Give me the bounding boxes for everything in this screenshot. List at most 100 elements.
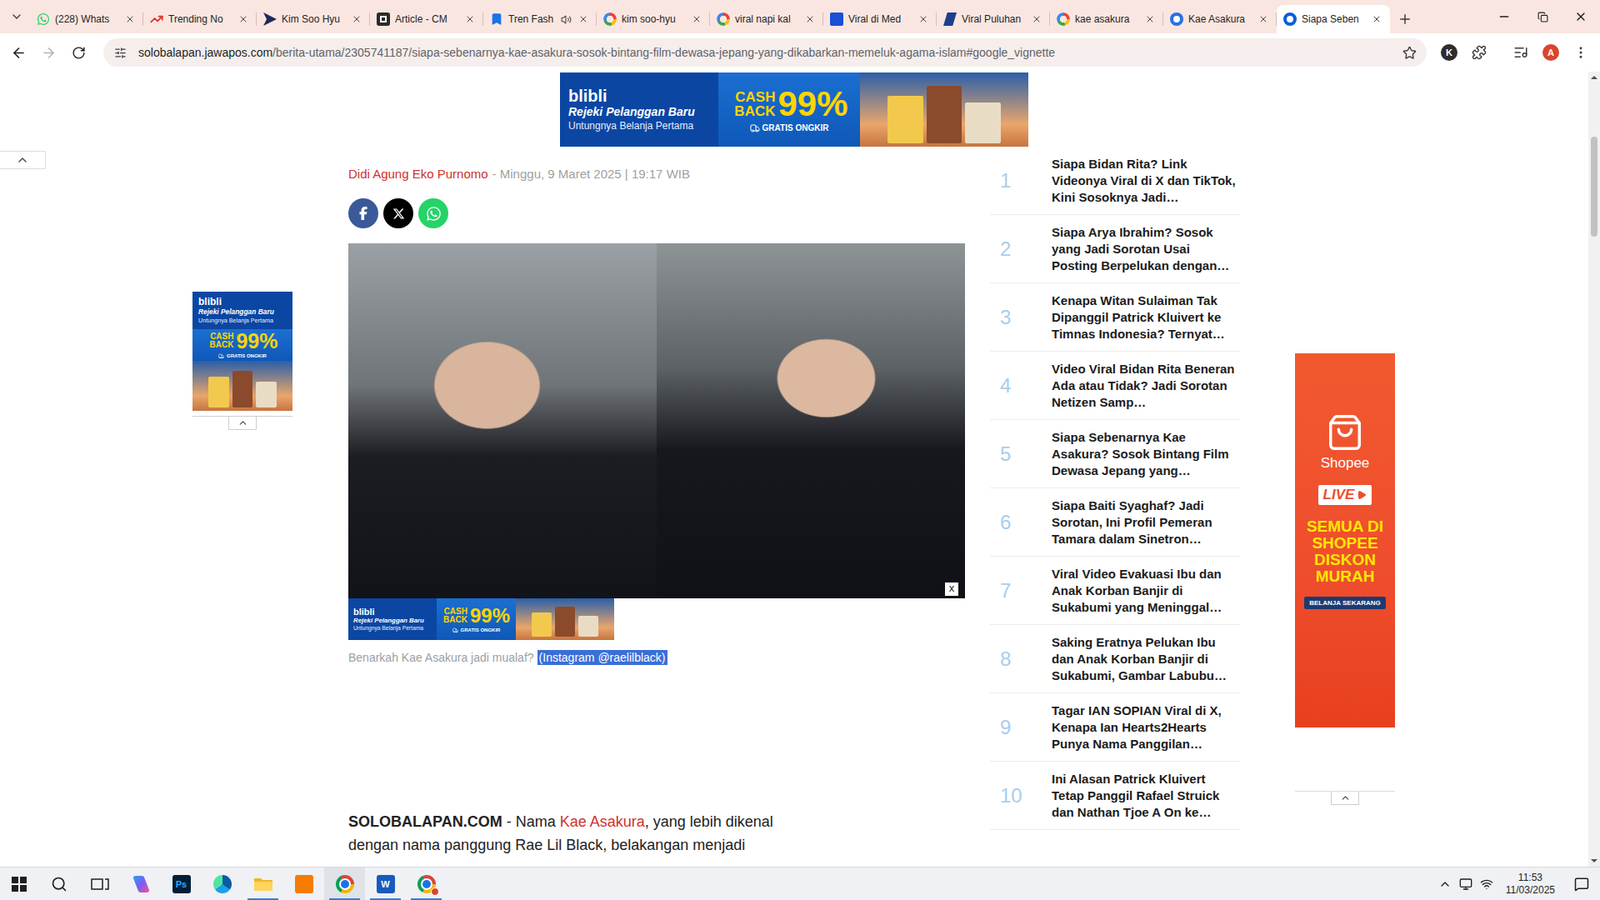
trending-title[interactable]: Siapa Bidan Rita? Link Videonya Viral di… xyxy=(1051,155,1239,206)
back-button[interactable] xyxy=(4,38,33,67)
start-taskbar-button[interactable] xyxy=(0,867,39,900)
search-taskbar-button[interactable] xyxy=(38,867,80,900)
trending-rank: 9 xyxy=(1000,715,1052,740)
trending-item[interactable]: 6Siapa Baiti Syaghaf? Jadi Sorotan, Ini … xyxy=(990,488,1240,557)
trending-title[interactable]: Siapa Baiti Syaghaf? Jadi Sorotan, Ini P… xyxy=(1051,497,1239,548)
site-info-button[interactable] xyxy=(110,42,130,63)
tab-close-button[interactable] xyxy=(1256,12,1270,26)
blibli-tower-ad[interactable]: blibliRejeki Pelanggan BaruUntungnya Bel… xyxy=(192,291,293,411)
notifications-button[interactable] xyxy=(1563,867,1600,900)
forward-button[interactable] xyxy=(34,38,63,67)
address-bar[interactable]: solobalapan.jawapos.com/berita-utama/230… xyxy=(103,38,1427,67)
trending-title[interactable]: Saking Eratnya Pelukan Ibu dan Anak Korb… xyxy=(1051,634,1239,685)
browser-tab[interactable]: Siapa Seben xyxy=(1276,5,1390,34)
edge-taskbar-button[interactable] xyxy=(201,867,243,900)
speaker-icon[interactable] xyxy=(560,14,572,25)
blibli-strip-ad[interactable]: blibliRejeki Pelanggan BaruUntungnya Bel… xyxy=(348,598,615,640)
copilot-taskbar-button[interactable] xyxy=(120,867,161,900)
caption-credit[interactable]: (Instagram @raelilblack) xyxy=(537,650,668,665)
extensions-button[interactable] xyxy=(1465,38,1494,67)
ad-product xyxy=(255,381,277,408)
hidden-icons-button[interactable] xyxy=(1435,867,1456,900)
collapse-ad-button[interactable] xyxy=(228,416,257,430)
trending-title[interactable]: Siapa Arya Ibrahim? Sosok yang Jadi Soro… xyxy=(1051,224,1239,275)
browser-tab[interactable]: Trending No xyxy=(143,5,257,34)
tab-close-button[interactable] xyxy=(463,12,477,26)
wifi-button[interactable] xyxy=(1476,867,1498,900)
tab-close-button[interactable] xyxy=(350,12,364,26)
tab-search-button[interactable] xyxy=(0,0,30,34)
extension-button[interactable]: K xyxy=(1435,38,1464,67)
tab-close-button[interactable] xyxy=(803,12,817,26)
close-window-button[interactable] xyxy=(1561,0,1600,34)
browser-tab[interactable]: kae asakura xyxy=(1050,5,1164,34)
shopee-cta[interactable]: BELANJA SEKARANG xyxy=(1304,596,1386,610)
trending-title[interactable]: Tagar IAN SOPIAN Viral di X, Kenapa Ian … xyxy=(1051,702,1239,753)
orange-taskbar-button[interactable] xyxy=(283,867,325,900)
ad-close-button[interactable]: x xyxy=(945,582,959,596)
browser-tab[interactable]: Viral Puluhan xyxy=(936,5,1050,34)
browser-tab[interactable]: Viral di Med xyxy=(823,5,937,34)
tab-close-button[interactable] xyxy=(236,12,250,26)
chrome-profile-taskbar-button[interactable] xyxy=(405,867,447,900)
taskview-taskbar-button[interactable] xyxy=(79,867,120,900)
browser-tab[interactable]: kim soo-hyu xyxy=(596,5,710,34)
network-button[interactable] xyxy=(1455,867,1477,900)
shopee-ad[interactable]: ShopeeLIVESEMUA DI SHOPEE DISKON MURAHBE… xyxy=(1295,353,1395,728)
browser-tab[interactable]: Article - CM xyxy=(370,5,484,34)
ad-product xyxy=(208,376,230,408)
trending-item[interactable]: 1Siapa Bidan Rita? Link Videonya Viral d… xyxy=(990,146,1240,215)
clock[interactable]: 11:5311/03/2025 xyxy=(1497,871,1564,897)
browser-tab[interactable]: Kim Soo Hyu xyxy=(256,5,370,34)
tag-link[interactable]: Kae Asakura xyxy=(560,813,645,830)
trending-title[interactable]: Kenapa Witan Sulaiman Tak Dipanggil Patr… xyxy=(1051,292,1239,343)
trending-item[interactable]: 10Ini Alasan Patrick Kluivert Tetap Pang… xyxy=(990,761,1240,830)
trending-item[interactable]: 5Siapa Sebenarnya Kae Asakura? Sosok Bin… xyxy=(990,420,1240,489)
menu-button[interactable] xyxy=(1566,38,1595,67)
tab-close-button[interactable] xyxy=(916,12,930,26)
profile-button[interactable]: A xyxy=(1536,38,1565,67)
new-tab-button[interactable] xyxy=(1390,5,1420,34)
author-link[interactable]: Didi Agung Eko Purnomo xyxy=(348,166,489,182)
tab-close-button[interactable] xyxy=(1370,12,1384,26)
reload-button[interactable] xyxy=(64,38,93,67)
trending-title[interactable]: Ini Alasan Patrick Kluivert Tetap Panggi… xyxy=(1051,770,1239,821)
browser-tab[interactable]: Tren Fash xyxy=(483,5,597,34)
bookmark-star-icon[interactable] xyxy=(1402,45,1417,60)
scroll-thumb[interactable] xyxy=(1590,136,1598,237)
browser-tab[interactable]: (228) Whats xyxy=(30,5,144,34)
tab-close-button[interactable] xyxy=(690,12,704,26)
trending-item[interactable]: 9Tagar IAN SOPIAN Viral di X, Kenapa Ian… xyxy=(990,693,1240,762)
trending-item[interactable]: 3Kenapa Witan Sulaiman Tak Dipanggil Pat… xyxy=(990,283,1240,352)
trending-title[interactable]: Viral Video Evakuasi Ibu dan Anak Korban… xyxy=(1051,565,1239,616)
minimize-button[interactable] xyxy=(1485,0,1524,34)
trending-title[interactable]: Video Viral Bidan Rita Beneran Ada atau … xyxy=(1051,360,1239,411)
collapse-header-button[interactable] xyxy=(0,150,46,170)
browser-tab[interactable]: viral napi kal xyxy=(710,5,824,34)
word-taskbar-button[interactable]: W xyxy=(365,867,406,900)
trending-item[interactable]: 7Viral Video Evakuasi Ibu dan Anak Korba… xyxy=(990,556,1240,625)
restore-button[interactable] xyxy=(1523,0,1562,34)
scrollbar[interactable] xyxy=(1588,71,1600,867)
explorer-taskbar-button[interactable] xyxy=(242,867,284,900)
browser-tab[interactable]: Kae Asakura xyxy=(1163,5,1277,34)
collapse-ad-button[interactable] xyxy=(1330,791,1360,805)
trending-item[interactable]: 8Saking Eratnya Pelukan Ibu dan Anak Kor… xyxy=(990,625,1240,694)
scroll-down-arrow[interactable] xyxy=(1588,855,1600,867)
whatsapp-share-button[interactable] xyxy=(418,198,449,229)
trending-item[interactable]: 2Siapa Arya Ibrahim? Sosok yang Jadi Sor… xyxy=(990,215,1240,284)
trending-item[interactable]: 4Video Viral Bidan Rita Beneran Ada atau… xyxy=(990,351,1240,420)
tab-close-button[interactable] xyxy=(576,12,590,26)
tab-close-button[interactable] xyxy=(1143,12,1157,26)
media-button[interactable] xyxy=(1506,38,1535,67)
tab-close-button[interactable] xyxy=(123,12,137,26)
blibli-banner-ad[interactable]: blibliRejeki Pelanggan BaruUntungnya Bel… xyxy=(560,72,1029,147)
trending-title[interactable]: Siapa Sebenarnya Kae Asakura? Sosok Bint… xyxy=(1051,429,1239,480)
facebook-share-button[interactable] xyxy=(348,198,379,229)
x-share-button[interactable] xyxy=(383,198,414,229)
chrome-taskbar-button[interactable] xyxy=(324,867,365,900)
ad-brand-panel: blibliRejeki Pelanggan BaruUntungnya Bel… xyxy=(560,72,719,147)
scroll-up-arrow[interactable] xyxy=(1588,71,1600,84)
tab-close-button[interactable] xyxy=(1030,12,1044,26)
photoshop-taskbar-button[interactable]: Ps xyxy=(160,867,202,900)
